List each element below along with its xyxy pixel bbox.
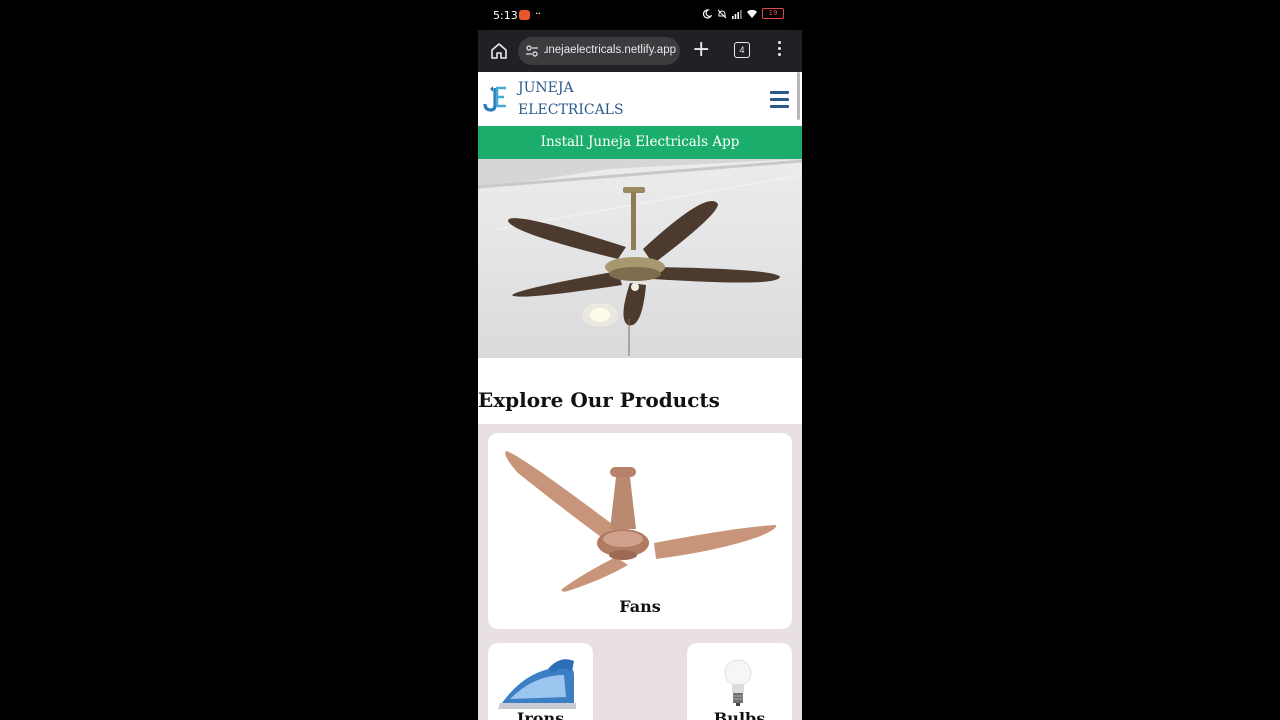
product-label-irons: Irons (516, 709, 565, 720)
wifi-icon (747, 9, 757, 18)
brand-line-1: JUNEJA (518, 80, 574, 96)
status-bar: 5:13 ·· 19 (478, 0, 802, 30)
notification-dots-icon: ·· (535, 7, 541, 20)
brand-line-2: ELECTRICALS (518, 102, 624, 118)
menu-icon[interactable] (778, 41, 782, 59)
juneja-logo[interactable] (482, 84, 508, 112)
status-time: 5:13 (493, 9, 518, 22)
scroll-indicator[interactable] (797, 72, 800, 120)
product-card-fans[interactable]: Fans (488, 433, 792, 629)
section-title: Explore Our Products (478, 388, 720, 412)
web-page: JUNEJA ELECTRICALS Install Juneja Electr… (478, 72, 802, 720)
product-label-fans: Fans (619, 597, 661, 616)
phone-screen: 5:13 ·· 19 junejaelectricals.netlify.app… (478, 0, 802, 720)
brand-name[interactable]: JUNEJA ELECTRICALS (518, 77, 624, 121)
product-label-bulbs: Bulbs (713, 709, 766, 720)
new-tab-icon[interactable]: + (692, 38, 710, 62)
battery-icon: 19 (762, 8, 784, 19)
screen-record-icon (519, 10, 530, 20)
product-grid: Fans Irons Bulbs (478, 424, 802, 720)
product-card-bulbs[interactable]: Bulbs (687, 643, 792, 720)
status-icons: 19 (702, 8, 784, 19)
tab-switcher-icon[interactable]: 4 (734, 42, 750, 58)
do-not-disturb-icon (702, 8, 712, 19)
site-info-icon[interactable] (525, 44, 539, 58)
hamburger-icon[interactable] (770, 91, 789, 112)
signal-icon (732, 9, 742, 19)
home-icon[interactable] (488, 40, 510, 62)
muted-bell-icon (717, 9, 727, 18)
ceiling-fan-illustration (478, 159, 802, 356)
install-app-banner[interactable]: Install Juneja Electricals App (478, 126, 802, 159)
product-card-irons[interactable]: Irons (488, 643, 593, 720)
browser-toolbar: junejaelectricals.netlify.app + 4 (478, 30, 802, 72)
url-text: junejaelectricals.netlify.app (544, 44, 676, 56)
address-bar[interactable]: junejaelectricals.netlify.app (518, 37, 680, 65)
site-header: JUNEJA ELECTRICALS (478, 72, 802, 126)
hero-fan-image (478, 159, 802, 358)
